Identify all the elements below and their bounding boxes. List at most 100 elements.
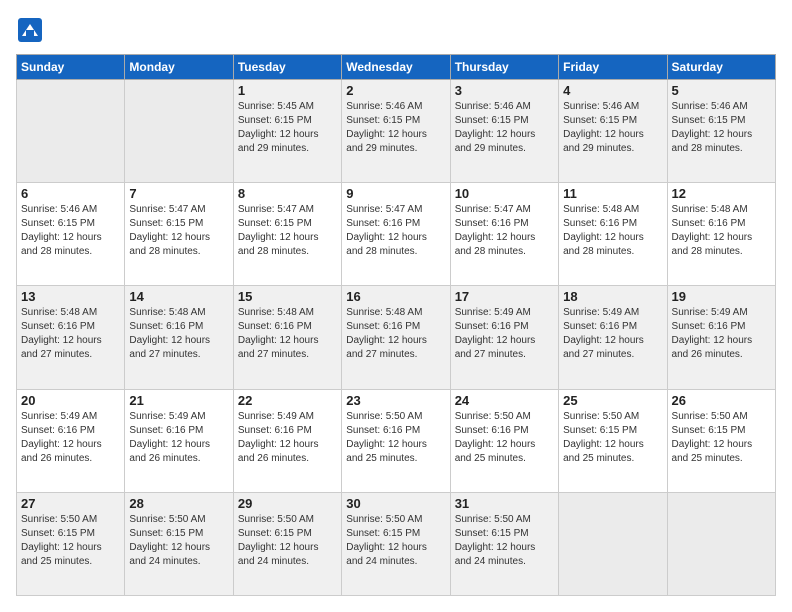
day-number: 13 bbox=[21, 289, 120, 304]
day-number: 23 bbox=[346, 393, 445, 408]
calendar-cell: 23 Sunrise: 5:50 AMSunset: 6:16 PMDayligh… bbox=[342, 389, 450, 492]
calendar-cell: 26 Sunrise: 5:50 AMSunset: 6:15 PMDayligh… bbox=[667, 389, 775, 492]
day-number: 22 bbox=[238, 393, 337, 408]
day-info: Sunrise: 5:47 AMSunset: 6:16 PMDaylight:… bbox=[346, 203, 445, 259]
calendar-cell: 12 Sunrise: 5:48 AMSunset: 6:16 PMDayligh… bbox=[667, 183, 775, 286]
day-number: 4 bbox=[563, 83, 662, 98]
day-header-tuesday: Tuesday bbox=[233, 55, 341, 80]
day-number: 24 bbox=[455, 393, 554, 408]
calendar-week-1: 1 Sunrise: 5:45 AMSunset: 6:15 PMDaylight… bbox=[17, 80, 776, 183]
calendar-cell: 21 Sunrise: 5:49 AMSunset: 6:16 PMDayligh… bbox=[125, 389, 233, 492]
day-info: Sunrise: 5:46 AMSunset: 6:15 PMDaylight:… bbox=[21, 203, 120, 259]
day-header-wednesday: Wednesday bbox=[342, 55, 450, 80]
calendar-cell: 30 Sunrise: 5:50 AMSunset: 6:15 PMDayligh… bbox=[342, 492, 450, 595]
day-number: 6 bbox=[21, 186, 120, 201]
calendar-cell: 1 Sunrise: 5:45 AMSunset: 6:15 PMDaylight… bbox=[233, 80, 341, 183]
day-number: 17 bbox=[455, 289, 554, 304]
day-info: Sunrise: 5:48 AMSunset: 6:16 PMDaylight:… bbox=[129, 306, 228, 362]
calendar-cell bbox=[667, 492, 775, 595]
day-info: Sunrise: 5:49 AMSunset: 6:16 PMDaylight:… bbox=[563, 306, 662, 362]
day-number: 18 bbox=[563, 289, 662, 304]
calendar-cell bbox=[559, 492, 667, 595]
day-header-friday: Friday bbox=[559, 55, 667, 80]
day-number: 1 bbox=[238, 83, 337, 98]
calendar-cell bbox=[17, 80, 125, 183]
day-info: Sunrise: 5:46 AMSunset: 6:15 PMDaylight:… bbox=[346, 100, 445, 156]
day-info: Sunrise: 5:48 AMSunset: 6:16 PMDaylight:… bbox=[346, 306, 445, 362]
day-info: Sunrise: 5:50 AMSunset: 6:15 PMDaylight:… bbox=[21, 513, 120, 569]
day-number: 10 bbox=[455, 186, 554, 201]
day-number: 12 bbox=[672, 186, 771, 201]
day-info: Sunrise: 5:45 AMSunset: 6:15 PMDaylight:… bbox=[238, 100, 337, 156]
day-number: 27 bbox=[21, 496, 120, 511]
day-header-thursday: Thursday bbox=[450, 55, 558, 80]
day-number: 30 bbox=[346, 496, 445, 511]
calendar-cell: 24 Sunrise: 5:50 AMSunset: 6:16 PMDayligh… bbox=[450, 389, 558, 492]
calendar-cell: 2Sunrise: 5:46 AMSunset: 6:15 PMDaylight… bbox=[342, 80, 450, 183]
calendar-cell: 3Sunrise: 5:46 AMSunset: 6:15 PMDaylight… bbox=[450, 80, 558, 183]
calendar-week-2: 6 Sunrise: 5:46 AMSunset: 6:15 PMDaylight… bbox=[17, 183, 776, 286]
day-info: Sunrise: 5:46 AMSunset: 6:15 PMDaylight:… bbox=[455, 100, 554, 156]
calendar-cell bbox=[125, 80, 233, 183]
calendar-cell: 7 Sunrise: 5:47 AMSunset: 6:15 PMDaylight… bbox=[125, 183, 233, 286]
day-info: Sunrise: 5:48 AMSunset: 6:16 PMDaylight:… bbox=[672, 203, 771, 259]
calendar-cell: 25Sunrise: 5:50 AMSunset: 6:15 PMDayligh… bbox=[559, 389, 667, 492]
day-number: 31 bbox=[455, 496, 554, 511]
day-info: Sunrise: 5:49 AMSunset: 6:16 PMDaylight:… bbox=[21, 410, 120, 466]
calendar-cell: 14Sunrise: 5:48 AMSunset: 6:16 PMDayligh… bbox=[125, 286, 233, 389]
calendar-cell: 16 Sunrise: 5:48 AMSunset: 6:16 PMDayligh… bbox=[342, 286, 450, 389]
calendar-cell: 6 Sunrise: 5:46 AMSunset: 6:15 PMDaylight… bbox=[17, 183, 125, 286]
day-info: Sunrise: 5:47 AMSunset: 6:16 PMDaylight:… bbox=[455, 203, 554, 259]
day-info: Sunrise: 5:49 AMSunset: 6:16 PMDaylight:… bbox=[455, 306, 554, 362]
day-header-saturday: Saturday bbox=[667, 55, 775, 80]
calendar-cell: 5 Sunrise: 5:46 AMSunset: 6:15 PMDaylight… bbox=[667, 80, 775, 183]
calendar-cell: 20Sunrise: 5:49 AMSunset: 6:16 PMDayligh… bbox=[17, 389, 125, 492]
day-info: Sunrise: 5:50 AMSunset: 6:15 PMDaylight:… bbox=[455, 513, 554, 569]
day-number: 16 bbox=[346, 289, 445, 304]
calendar-cell: 27 Sunrise: 5:50 AMSunset: 6:15 PMDayligh… bbox=[17, 492, 125, 595]
day-info: Sunrise: 5:50 AMSunset: 6:15 PMDaylight:… bbox=[563, 410, 662, 466]
day-info: Sunrise: 5:46 AMSunset: 6:15 PMDaylight:… bbox=[672, 100, 771, 156]
day-number: 9 bbox=[346, 186, 445, 201]
day-number: 15 bbox=[238, 289, 337, 304]
calendar-cell: 8 Sunrise: 5:47 AMSunset: 6:15 PMDaylight… bbox=[233, 183, 341, 286]
day-info: Sunrise: 5:47 AMSunset: 6:15 PMDaylight:… bbox=[238, 203, 337, 259]
day-number: 19 bbox=[672, 289, 771, 304]
day-info: Sunrise: 5:50 AMSunset: 6:16 PMDaylight:… bbox=[346, 410, 445, 466]
calendar-cell: 22Sunrise: 5:49 AMSunset: 6:16 PMDayligh… bbox=[233, 389, 341, 492]
calendar-week-3: 13 Sunrise: 5:48 AMSunset: 6:16 PMDayligh… bbox=[17, 286, 776, 389]
calendar-cell: 4 Sunrise: 5:46 AMSunset: 6:15 PMDaylight… bbox=[559, 80, 667, 183]
calendar-week-5: 27 Sunrise: 5:50 AMSunset: 6:15 PMDayligh… bbox=[17, 492, 776, 595]
calendar-cell: 31 Sunrise: 5:50 AMSunset: 6:15 PMDayligh… bbox=[450, 492, 558, 595]
day-info: Sunrise: 5:50 AMSunset: 6:15 PMDaylight:… bbox=[129, 513, 228, 569]
calendar-cell: 15 Sunrise: 5:48 AMSunset: 6:16 PMDayligh… bbox=[233, 286, 341, 389]
day-number: 21 bbox=[129, 393, 228, 408]
logo bbox=[16, 16, 48, 44]
day-info: Sunrise: 5:50 AMSunset: 6:15 PMDaylight:… bbox=[238, 513, 337, 569]
day-info: Sunrise: 5:49 AMSunset: 6:16 PMDaylight:… bbox=[129, 410, 228, 466]
calendar-cell: 10 Sunrise: 5:47 AMSunset: 6:16 PMDayligh… bbox=[450, 183, 558, 286]
day-info: Sunrise: 5:47 AMSunset: 6:15 PMDaylight:… bbox=[129, 203, 228, 259]
day-header-sunday: Sunday bbox=[17, 55, 125, 80]
calendar-header-row: SundayMondayTuesdayWednesdayThursdayFrid… bbox=[17, 55, 776, 80]
day-info: Sunrise: 5:48 AMSunset: 6:16 PMDaylight:… bbox=[563, 203, 662, 259]
day-info: Sunrise: 5:48 AMSunset: 6:16 PMDaylight:… bbox=[21, 306, 120, 362]
day-info: Sunrise: 5:50 AMSunset: 6:15 PMDaylight:… bbox=[672, 410, 771, 466]
day-info: Sunrise: 5:50 AMSunset: 6:16 PMDaylight:… bbox=[455, 410, 554, 466]
day-info: Sunrise: 5:48 AMSunset: 6:16 PMDaylight:… bbox=[238, 306, 337, 362]
calendar-cell: 9 Sunrise: 5:47 AMSunset: 6:16 PMDaylight… bbox=[342, 183, 450, 286]
day-info: Sunrise: 5:50 AMSunset: 6:15 PMDaylight:… bbox=[346, 513, 445, 569]
day-number: 7 bbox=[129, 186, 228, 201]
calendar-cell: 29 Sunrise: 5:50 AMSunset: 6:15 PMDayligh… bbox=[233, 492, 341, 595]
calendar-week-4: 20Sunrise: 5:49 AMSunset: 6:16 PMDayligh… bbox=[17, 389, 776, 492]
calendar-cell: 17 Sunrise: 5:49 AMSunset: 6:16 PMDayligh… bbox=[450, 286, 558, 389]
calendar-table: SundayMondayTuesdayWednesdayThursdayFrid… bbox=[16, 54, 776, 596]
day-number: 26 bbox=[672, 393, 771, 408]
day-info: Sunrise: 5:46 AMSunset: 6:15 PMDaylight:… bbox=[563, 100, 662, 156]
day-number: 28 bbox=[129, 496, 228, 511]
day-number: 8 bbox=[238, 186, 337, 201]
day-number: 29 bbox=[238, 496, 337, 511]
day-number: 11 bbox=[563, 186, 662, 201]
calendar-cell: 28 Sunrise: 5:50 AMSunset: 6:15 PMDayligh… bbox=[125, 492, 233, 595]
day-number: 5 bbox=[672, 83, 771, 98]
